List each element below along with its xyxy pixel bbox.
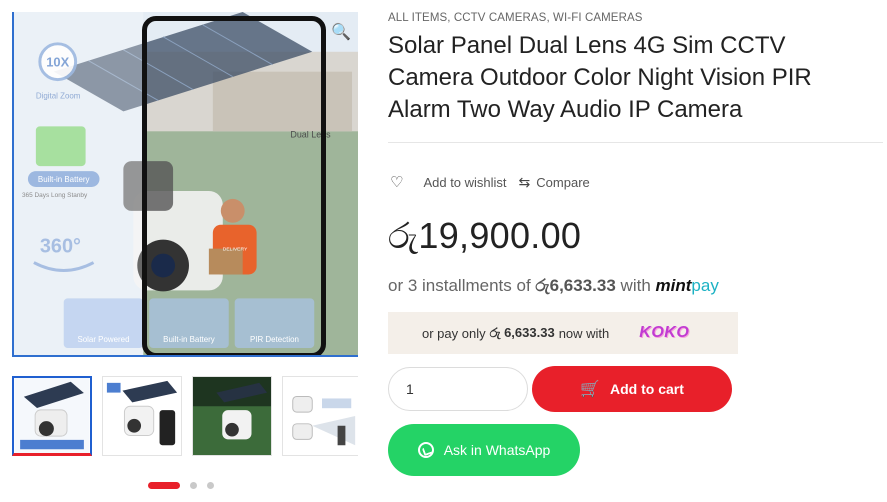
wishlist-label: Add to wishlist (423, 174, 507, 190)
breadcrumb: ALL ITEMS, CCTV CAMERAS, WI-FI CAMERAS (388, 12, 883, 24)
product-gallery: 10X Digital Zoom Built-in Battery 365 Da… (12, 12, 358, 489)
product-title: Solar Panel Dual Lens 4G Sim CCTV Camera… (388, 32, 812, 123)
breadcrumb-cctv-cameras[interactable]: CCTV CAMERAS (454, 12, 547, 24)
zoom-icon[interactable]: 🔍 (330, 22, 352, 44)
product-actions: ♡ Add to wishlist ⇆ Compare (388, 173, 883, 192)
thumbnail-3[interactable] (192, 376, 272, 456)
breadcrumb-wifi-cameras[interactable]: WI-FI CAMERAS (553, 12, 642, 24)
cart-plus-icon: 🛒 (580, 381, 601, 398)
koko-amount: රු 6,633.33 (489, 325, 555, 340)
whatsapp-label: Ask in WhatsApp (443, 442, 551, 458)
thumbnail-1[interactable] (12, 376, 92, 456)
product-price: රු19,900.00 (388, 215, 582, 256)
whatsapp-icon (417, 442, 434, 458)
gallery-pagination (148, 482, 214, 489)
mintpay-logo-main: mint (655, 276, 692, 295)
quantity-input[interactable] (388, 367, 528, 411)
pagination-dot-3[interactable] (207, 482, 214, 489)
add-to-wishlist-button[interactable]: ♡ Add to wishlist (388, 173, 507, 191)
koko-prefix: or pay only (422, 325, 486, 341)
compare-icon: ⇆ (518, 173, 531, 190)
pagination-dot-1[interactable] (148, 482, 180, 489)
product-image-illustration: 10X Digital Zoom Built-in Battery 365 Da… (14, 12, 358, 355)
pagination-dot-2[interactable] (190, 482, 197, 489)
battery-feature-text: Built-in Battery (163, 335, 215, 344)
thumbnail-1-image (14, 378, 90, 453)
thumbnail-3-image (193, 377, 271, 455)
koko-logo[interactable]: KOKO (639, 324, 689, 342)
heart-icon: ♡ (390, 174, 404, 191)
add-to-cart-button[interactable]: 🛒 Add to cart (532, 366, 732, 412)
installments-amount: රු6,633.33 (535, 276, 616, 295)
divider (388, 142, 883, 143)
koko-payment-box: or pay only රු 6,633.33 now with KOKO (388, 312, 738, 354)
dual-lens-text: Dual Lens (290, 129, 331, 139)
compare-button[interactable]: ⇆ Compare (507, 174, 590, 191)
thumbnail-strip (12, 376, 358, 456)
product-details: ALL ITEMS, CCTV CAMERAS, WI-FI CAMERAS S… (388, 12, 883, 476)
ask-whatsapp-button[interactable]: Ask in WhatsApp (388, 424, 580, 476)
breadcrumb-separator: , (447, 12, 454, 24)
installments-with: with (620, 276, 651, 295)
installments-info: or 3 installments of රු6,633.33 with min… (388, 276, 883, 296)
delivery-text: DELIVERY (223, 247, 248, 253)
thumbnail-4-image (283, 377, 358, 455)
thumbnail-4[interactable] (282, 376, 358, 456)
breadcrumb-all-items[interactable]: ALL ITEMS (388, 12, 447, 24)
koko-suffix: now with (558, 325, 610, 341)
add-to-cart-label: Add to cart (610, 381, 684, 397)
compare-label: Compare (536, 174, 590, 190)
main-product-image[interactable]: 10X Digital Zoom Built-in Battery 365 Da… (12, 12, 358, 357)
installments-prefix: or 3 installments of (388, 276, 531, 295)
pir-feature-text: PIR Detection (250, 335, 299, 344)
mintpay-logo[interactable]: mintpay (656, 276, 719, 295)
thumbnail-2[interactable] (102, 376, 182, 456)
thumbnail-2-image (103, 377, 181, 455)
buy-row: 🛒 Add to cart (388, 366, 883, 412)
mintpay-logo-pay: pay (691, 276, 719, 295)
